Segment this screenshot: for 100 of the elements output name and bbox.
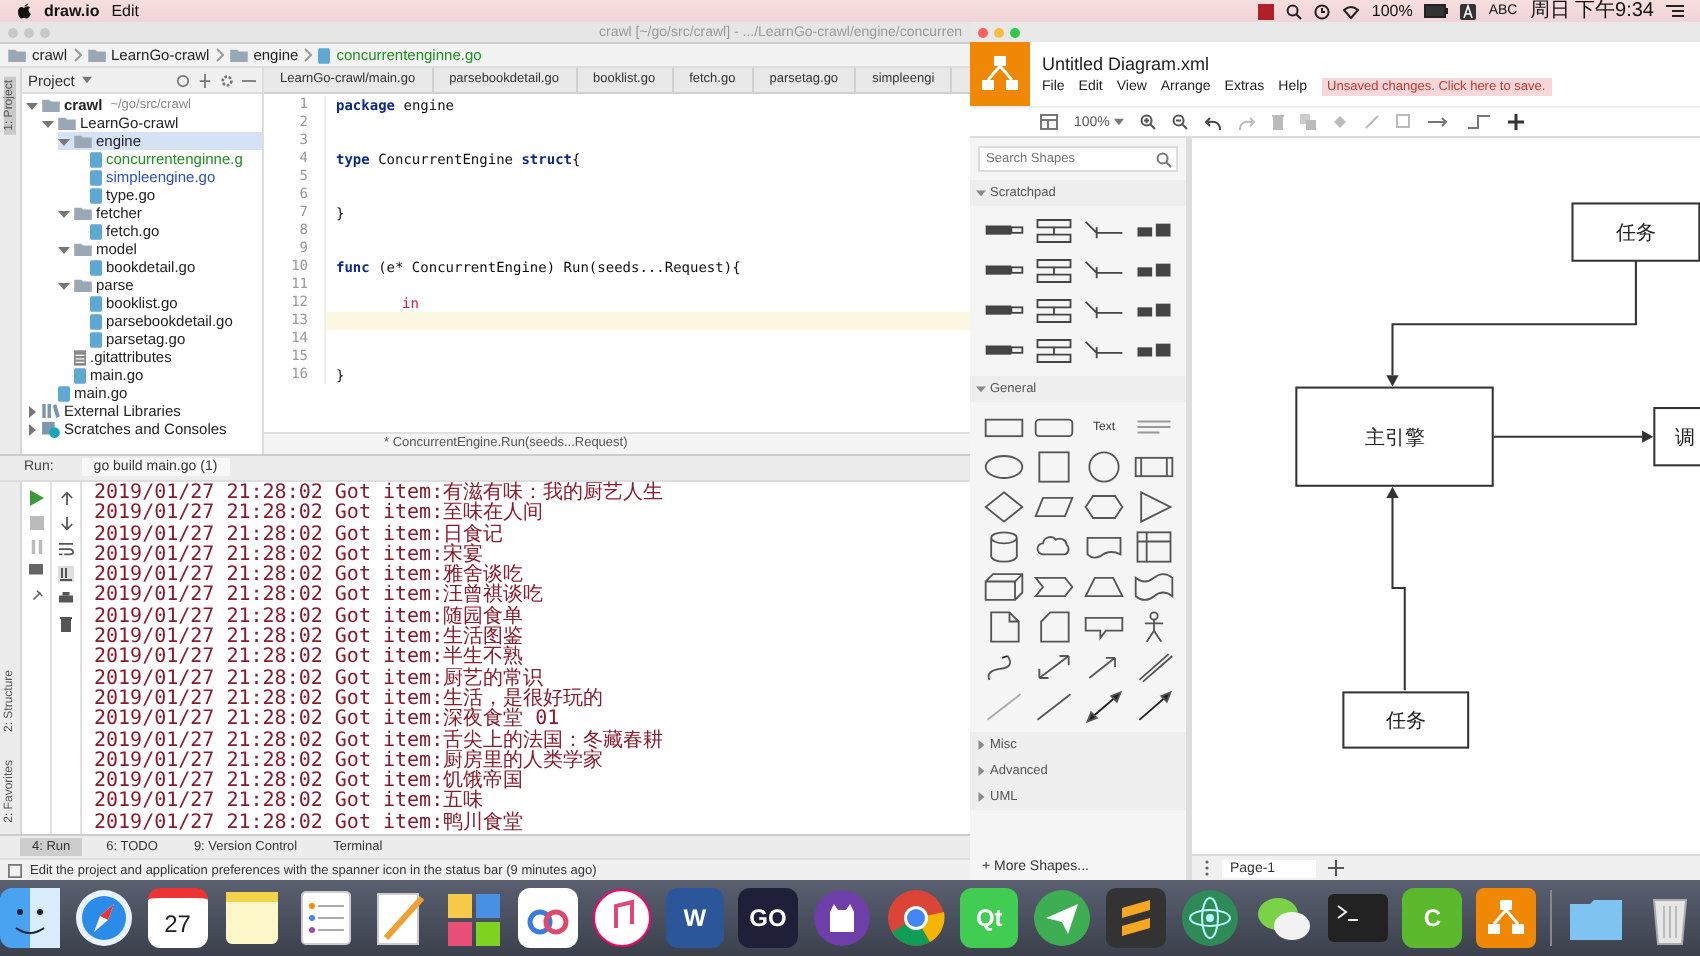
double-arrow-line-shape-icon[interactable] [1082,690,1126,724]
search-icon[interactable] [1285,3,1302,19]
line-color-icon[interactable] [1363,114,1380,130]
square-shape-icon[interactable] [1032,450,1076,484]
expanded-arrow-icon[interactable] [42,117,54,129]
file-icon [90,223,102,239]
log-line: 2019/01/27 21:28:02 Got item:至味在人间 [94,504,546,525]
target-icon[interactable] [176,73,190,87]
log-line: 2019/01/27 21:28:02 Got item:生活，是很好玩的 [94,689,606,710]
square-status-icon[interactable] [1257,3,1274,19]
settings-icon[interactable] [220,73,234,87]
trash-icon[interactable] [60,615,72,632]
clock[interactable]: 周日 下午9:34 [1529,0,1654,22]
app-menu[interactable]: draw.io [44,2,100,20]
play-icon[interactable] [28,489,44,506]
vertical-dots-icon[interactable] [1204,860,1210,876]
down-arrow-icon[interactable] [59,515,73,532]
internal-storage-shape-icon[interactable] [1132,530,1176,564]
print-icon[interactable] [58,591,74,606]
atom-app-icon[interactable] [1180,888,1241,948]
cloud-app-icon[interactable] [517,888,578,948]
log-line: 2019/01/27 21:28:02 Got item:鸭川食堂 [94,813,526,834]
color-wheel-app-icon[interactable] [885,888,946,948]
collapsed-arrow-icon[interactable] [976,766,986,776]
lettered-app-icon[interactable]: GO [738,888,798,948]
up-arrow-icon[interactable] [59,489,73,506]
diagonal-line-shape-icon[interactable] [1032,690,1076,724]
calendar-app-icon[interactable]: 27 [147,888,208,948]
clock-icon[interactable] [1313,3,1330,19]
collapsed-arrow-icon[interactable] [976,740,986,750]
panel-toggle-icon[interactable] [8,863,22,877]
music-note-app-icon[interactable] [591,888,652,948]
zoom-out-icon[interactable] [1171,114,1188,130]
chevron-right-icon [73,48,82,62]
zoom-in-icon[interactable] [1139,114,1156,130]
cat-app-icon[interactable] [811,888,872,948]
compass-app-icon[interactable] [73,888,134,948]
ellipse-shape-icon[interactable] [982,450,1026,484]
color-tiles-app-icon[interactable] [443,888,504,948]
log-line: 2019/01/27 21:28:02 Got item:厨房里的人类学家 [94,751,606,772]
folder-icon [87,48,106,62]
collapsed-arrow-icon[interactable] [26,423,38,435]
lettered-app-icon[interactable]: W [665,888,725,948]
wifi-icon[interactable] [1341,3,1360,19]
connection-icon[interactable] [1427,116,1452,128]
tape-shape-icon[interactable] [1132,570,1176,604]
document-title[interactable]: Untitled Diagram.xml [1042,53,1552,73]
cube-shape-icon[interactable] [982,570,1026,604]
scratchpad-shape-icon[interactable] [1032,214,1076,248]
add-page-icon[interactable] [1327,860,1344,876]
collapsed-arrow-icon[interactable] [976,792,986,802]
expanded-arrow-icon[interactable] [58,135,70,147]
panel-layout-icon[interactable] [1040,114,1058,130]
battery-percent: 100% [1371,2,1413,20]
scratchpad-shape-icon[interactable] [1032,334,1076,368]
diagram-node[interactable]: 调 [1653,407,1700,467]
keyboard-letter-icon[interactable] [1460,3,1477,19]
plus-icon[interactable] [1507,114,1524,130]
apple-logo-icon[interactable] [16,2,32,20]
scratchpad-shape-icon[interactable] [1032,294,1076,328]
folder-icon [74,278,92,292]
paper-plane-app-icon[interactable] [1032,888,1093,948]
expanded-arrow-icon[interactable] [58,279,70,291]
smiley-face-app-icon[interactable] [0,888,60,948]
diagram-canvas[interactable]: 任务 主引擎 任务 调 [1192,138,1700,854]
checklist-app-icon[interactable] [295,888,356,948]
hexagon-shape-icon[interactable] [1082,490,1126,524]
log-line: 2019/01/27 21:28:02 Got item:半生不熟 [94,648,524,669]
diagram-node[interactable]: 主引擎 [1295,386,1494,487]
expanded-arrow-icon[interactable] [58,243,70,255]
battery-icon[interactable] [1424,4,1449,18]
diagram-node[interactable]: 任务 [1342,691,1470,749]
connector-arrow[interactable] [1386,260,1637,387]
notepad-app-icon[interactable] [221,888,282,948]
collapsed-arrow-icon[interactable] [26,405,38,417]
diagram-node[interactable]: 任务 [1571,202,1700,262]
log-line: 2019/01/27 21:28:02 Got item:厨艺的常识 [94,669,544,690]
expanded-arrow-icon[interactable] [26,99,38,111]
fill-color-icon[interactable] [1331,114,1348,130]
wrap-icon[interactable] [58,541,74,556]
connector-arrow[interactable] [1386,486,1406,691]
log-line: 2019/01/27 21:28:02 Got item:日食记 [94,525,506,546]
waypoint-icon[interactable] [1467,114,1492,130]
list-icon[interactable] [1666,4,1684,18]
menu-item[interactable]: Edit [111,2,140,20]
caret-icon[interactable] [82,76,93,84]
connector-arrow[interactable] [1493,430,1654,443]
undo-icon[interactable] [1203,115,1222,129]
s-stripes-app-icon[interactable] [1106,888,1167,948]
bidirectional-arrow-shape-icon[interactable] [1032,650,1076,684]
diamond-shape-icon[interactable] [982,490,1026,524]
flowchart-app-icon[interactable] [1476,888,1537,948]
circle-shape-icon[interactable] [1082,450,1126,484]
expanded-arrow-icon[interactable] [58,207,70,219]
scroll-end-icon[interactable] [58,565,74,582]
expanded-arrow-icon[interactable] [976,384,986,394]
expanded-arrow-icon[interactable] [976,188,986,198]
collapse-icon[interactable] [198,73,212,87]
terminal-app-icon[interactable] [1328,888,1389,948]
scratchpad-shape-icon[interactable] [1032,254,1076,288]
